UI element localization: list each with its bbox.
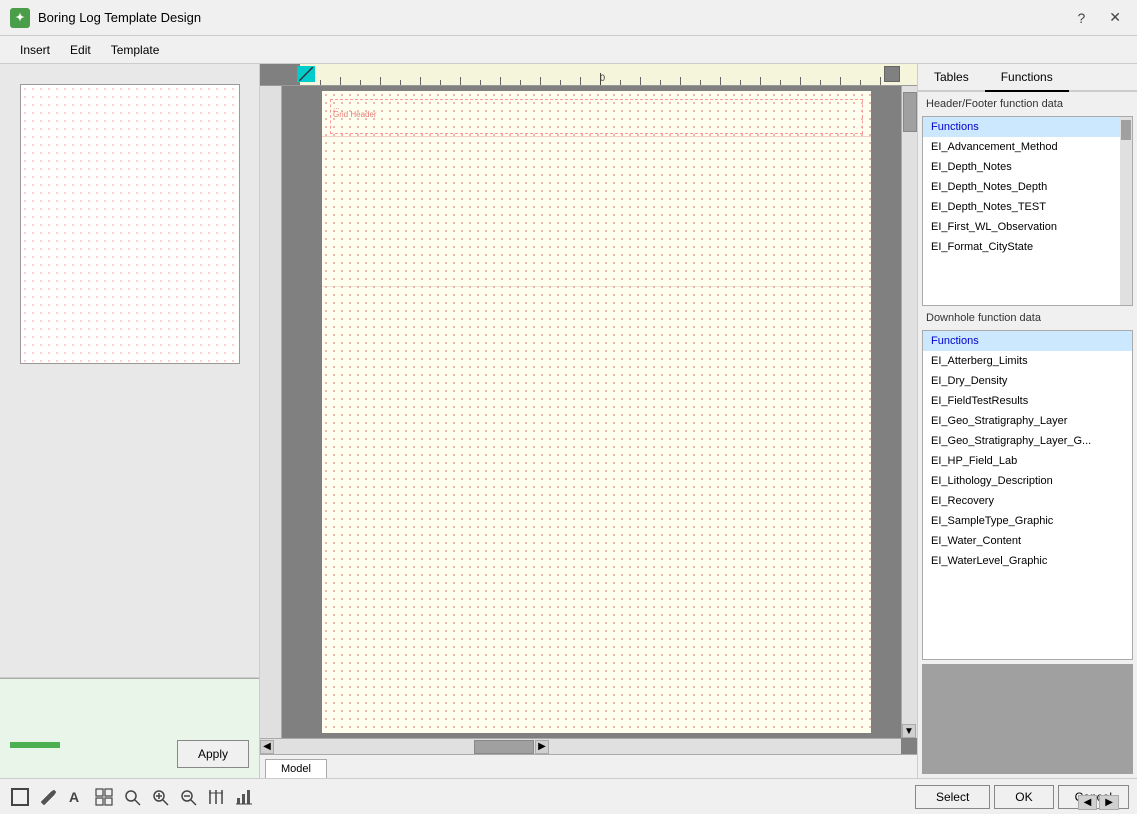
downhole-label: Downhole function data bbox=[918, 306, 1137, 330]
bottom-panel: Apply bbox=[0, 678, 259, 778]
header-region: ... Grid Header bbox=[330, 99, 863, 134]
left-panel: Apply bbox=[0, 64, 260, 778]
tool-column-icon[interactable] bbox=[204, 785, 228, 809]
hf-list-item-functions[interactable]: Functions bbox=[923, 117, 1132, 137]
scroll-left-btn[interactable]: ◀ bbox=[260, 740, 274, 754]
tab-tables[interactable]: Tables bbox=[918, 64, 985, 92]
tab-model[interactable]: Model bbox=[265, 759, 327, 778]
dh-list-item-9[interactable]: EI_SampleType_Graphic bbox=[923, 511, 1132, 531]
main-layout: Apply 0 bbox=[0, 64, 1137, 778]
hf-scrollbar-thumb[interactable] bbox=[1121, 120, 1131, 140]
close-button[interactable]: ✕ bbox=[1103, 7, 1127, 28]
hf-scrollbar[interactable] bbox=[1120, 117, 1132, 305]
ok-button[interactable]: OK bbox=[994, 785, 1053, 809]
right-panel: Tables Functions Header/Footer function … bbox=[917, 64, 1137, 778]
header-footer-label: Header/Footer function data bbox=[918, 92, 1137, 116]
vertical-scrollbar[interactable]: ▼ bbox=[901, 86, 917, 738]
title-bar: ✦ Boring Log Template Design ? ✕ bbox=[0, 0, 1137, 36]
tool-zoom-in-icon[interactable] bbox=[148, 785, 172, 809]
horizontal-scrollbar[interactable]: ◀ ▶ bbox=[260, 738, 901, 754]
center-canvas: 0 bbox=[260, 64, 917, 778]
right-panel-tabs: Tables Functions bbox=[918, 64, 1137, 92]
preview-dots bbox=[21, 85, 239, 363]
gray-right-margin bbox=[871, 86, 901, 738]
dh-list-item-functions[interactable]: Functions bbox=[923, 331, 1132, 351]
apply-button[interactable]: Apply bbox=[177, 740, 249, 768]
hf-list-item-5[interactable]: EI_First_WL_Observation bbox=[923, 217, 1132, 237]
menu-insert[interactable]: Insert bbox=[10, 40, 60, 60]
dh-list-item-2[interactable]: EI_Dry_Density bbox=[923, 371, 1132, 391]
dh-list-item-7[interactable]: EI_Lithology_Description bbox=[923, 471, 1132, 491]
scroll-right-btn[interactable]: ▶ bbox=[535, 740, 549, 754]
help-button[interactable]: ? bbox=[1071, 7, 1091, 28]
select-button[interactable]: Select bbox=[915, 785, 990, 809]
tool-rectangle-icon[interactable] bbox=[8, 785, 32, 809]
downhole-list[interactable]: Functions EI_Atterberg_Limits EI_Dry_Den… bbox=[922, 330, 1133, 660]
separator-line-2 bbox=[322, 286, 871, 287]
tool-text-icon[interactable]: A bbox=[64, 785, 88, 809]
menu-edit[interactable]: Edit bbox=[60, 40, 101, 60]
title-bar-left: ✦ Boring Log Template Design bbox=[10, 8, 201, 28]
bottom-toolbar: A Select OK Cancel bbox=[0, 778, 1137, 814]
dh-list-item-11[interactable]: EI_WaterLevel_Graphic bbox=[923, 551, 1132, 571]
canvas-preview bbox=[0, 64, 259, 678]
dh-list-item-8[interactable]: EI_Recovery bbox=[923, 491, 1132, 511]
header-footer-list[interactable]: Functions EI_Advancement_Method EI_Depth… bbox=[922, 116, 1133, 306]
dh-list-item-3[interactable]: EI_FieldTestResults bbox=[923, 391, 1132, 411]
dh-list-item-4[interactable]: EI_Geo_Stratigraphy_Layer bbox=[923, 411, 1132, 431]
svg-text:A: A bbox=[69, 789, 79, 805]
tool-zoom-fit-icon[interactable] bbox=[120, 785, 144, 809]
tool-grid-icon[interactable] bbox=[92, 785, 116, 809]
scrollbar-h-thumb[interactable] bbox=[474, 740, 534, 754]
hf-list-item-6[interactable]: EI_Format_CityState bbox=[923, 237, 1132, 257]
hf-list-item-2[interactable]: EI_Depth_Notes bbox=[923, 157, 1132, 177]
page-background: ... Grid Header bbox=[282, 86, 901, 738]
scroll-down-btn[interactable]: ▼ bbox=[902, 724, 916, 738]
tool-chart-icon[interactable] bbox=[232, 785, 256, 809]
dh-list-item-10[interactable]: EI_Water_Content bbox=[923, 531, 1132, 551]
hf-list-item-1[interactable]: EI_Advancement_Method bbox=[923, 137, 1132, 157]
green-bar-indicator bbox=[10, 742, 60, 748]
hf-list-item-4[interactable]: EI_Depth_Notes_TEST bbox=[923, 197, 1132, 217]
menu-template[interactable]: Template bbox=[101, 40, 170, 60]
hf-list-item-3[interactable]: EI_Depth_Notes_Depth bbox=[923, 177, 1132, 197]
canvas-tabs: Model ◀ ▶ bbox=[260, 754, 917, 778]
ruler-top: 0 bbox=[260, 64, 917, 86]
dh-list-item-6[interactable]: EI_HP_Field_Lab bbox=[923, 451, 1132, 471]
app-icon: ✦ bbox=[10, 8, 30, 28]
corner-marker-icon bbox=[299, 67, 313, 81]
scrollbar-v-thumb[interactable] bbox=[903, 92, 917, 132]
dh-list-item-1[interactable]: EI_Atterberg_Limits bbox=[923, 351, 1132, 371]
separator-line bbox=[322, 136, 871, 137]
tab-functions[interactable]: Functions bbox=[985, 64, 1069, 92]
gray-left-margin bbox=[282, 86, 322, 738]
tool-pencil-icon[interactable] bbox=[36, 785, 60, 809]
window-title: Boring Log Template Design bbox=[38, 10, 201, 25]
title-bar-controls: ? ✕ bbox=[1071, 7, 1127, 28]
dh-list-item-5[interactable]: EI_Geo_Stratigraphy_Layer_G... bbox=[923, 431, 1132, 451]
canvas-scroll-area[interactable]: ... Grid Header ▼ ◀ ▶ bbox=[260, 86, 917, 754]
menu-bar: Insert Edit Template bbox=[0, 36, 1137, 64]
page-white: ... Grid Header bbox=[322, 91, 871, 733]
right-panel-gray-fill bbox=[922, 664, 1133, 774]
page-dots bbox=[322, 91, 871, 733]
preview-white-area bbox=[20, 84, 240, 364]
tool-zoom-out-icon[interactable] bbox=[176, 785, 200, 809]
